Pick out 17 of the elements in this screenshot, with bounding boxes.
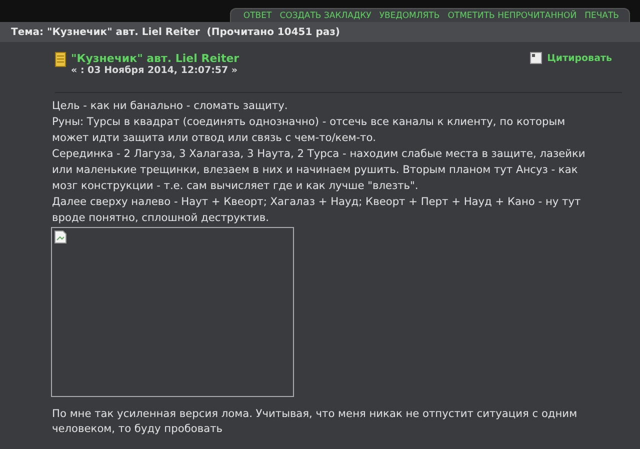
quote-button[interactable]: Цитировать <box>530 52 612 64</box>
document-icon <box>55 52 66 67</box>
broken-image-icon <box>54 230 68 244</box>
toolbar-link[interactable]: ПЕЧАТЬ <box>580 11 623 21</box>
post-text: Далее сверху налево - Наут + Квеорт; Хагалаз + Науд; Квеорт + Перт + Науд + Кано - ну тут вроде понятно, сплошной деструктив. <box>52 195 582 226</box>
post-text: Цель - как ни банально - сломать защиту. <box>52 99 289 114</box>
toolbar-link[interactable]: СОЗДАТЬ ЗАКЛАДКУ <box>276 11 376 21</box>
toolbar-link[interactable]: УВЕДОМЛЯТЬ <box>375 11 444 21</box>
post-date: « : 03 Ноября 2014, 12:07:57 » <box>71 65 239 76</box>
post-text: Руны: Турсы в квадрат (соединять однозначно) - отсечь все каналы к клиенту, по которым может идти защита или отвод или связь с чем-то/кем-то. <box>52 115 566 146</box>
post-text: По мне так усиленная версия лома. Учитывая, что меня никак не отпустит ситуация с одним человеком, то буду пробовать <box>52 407 578 437</box>
post-text: Серединка - 2 Лагуза, 3 Халагаза, 3 Наута, 2 Турса - находим слабые места в защите, лазейки или маленькие трещинки, влезаем в них и начинаем рушить. Вторым планом тут Ансуз - как мозг конструкции - т.е. сам вычисляет где и как лучше "влезть". <box>52 147 586 194</box>
quote-icon <box>530 52 542 64</box>
topic-title: Тема: "Кузнечик" авт. Liel Reiter (Прочитано 10451 раз) <box>11 26 340 38</box>
toolbar-link[interactable]: ОТМЕТИТЬ НЕПРОЧИТАННОЙ <box>444 11 581 21</box>
toolbar-link[interactable]: ОТВЕТ <box>239 11 276 21</box>
post-title[interactable]: "Кузнечик" авт. Liel Reiter <box>71 52 526 65</box>
